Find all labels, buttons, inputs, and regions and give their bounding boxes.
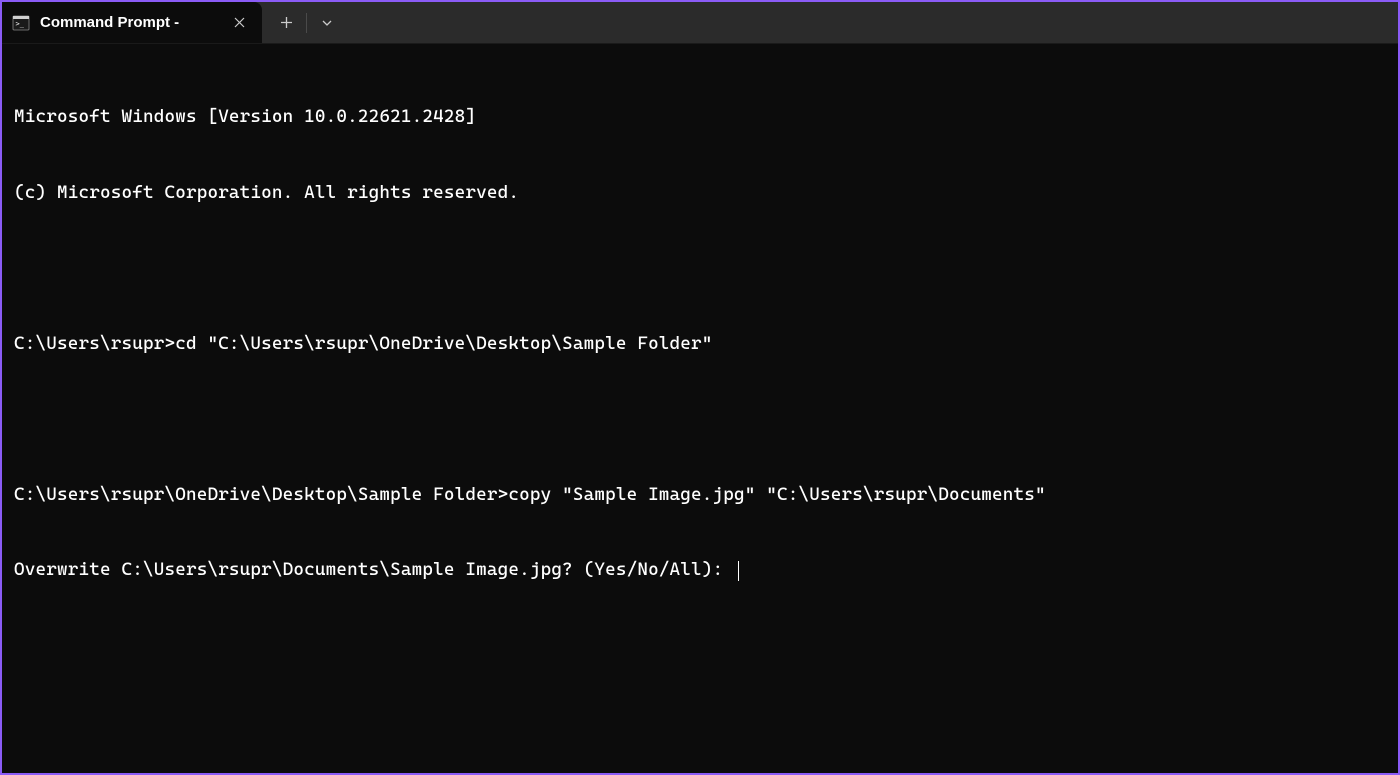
terminal-line: C:\Users\rsupr>cd "C:\Users\rsupr\OneDri… bbox=[14, 331, 1386, 356]
titlebar: >_ Command Prompt - bbox=[2, 2, 1398, 44]
divider bbox=[306, 13, 307, 33]
terminal-line bbox=[14, 256, 1386, 281]
tab-title: Command Prompt - bbox=[40, 14, 220, 31]
terminal-line: Microsoft Windows [Version 10.0.22621.24… bbox=[14, 104, 1386, 129]
svg-text:>_: >_ bbox=[16, 20, 25, 28]
command-prompt-icon: >_ bbox=[12, 14, 30, 32]
terminal-output[interactable]: Microsoft Windows [Version 10.0.22621.24… bbox=[2, 44, 1398, 618]
terminal-prompt-text: Overwrite C:\Users\rsupr\Documents\Sampl… bbox=[14, 559, 734, 580]
tab-dropdown-button[interactable] bbox=[309, 7, 345, 39]
titlebar-actions bbox=[262, 2, 351, 43]
tab-command-prompt[interactable]: >_ Command Prompt - bbox=[2, 2, 262, 43]
terminal-line: C:\Users\rsupr\OneDrive\Desktop\Sample F… bbox=[14, 482, 1386, 507]
terminal-prompt-line: Overwrite C:\Users\rsupr\Documents\Sampl… bbox=[14, 557, 1386, 582]
terminal-line: (c) Microsoft Corporation. All rights re… bbox=[14, 180, 1386, 205]
tab-close-button[interactable] bbox=[230, 14, 248, 32]
new-tab-button[interactable] bbox=[268, 7, 304, 39]
cursor bbox=[738, 561, 739, 581]
terminal-line bbox=[14, 406, 1386, 431]
